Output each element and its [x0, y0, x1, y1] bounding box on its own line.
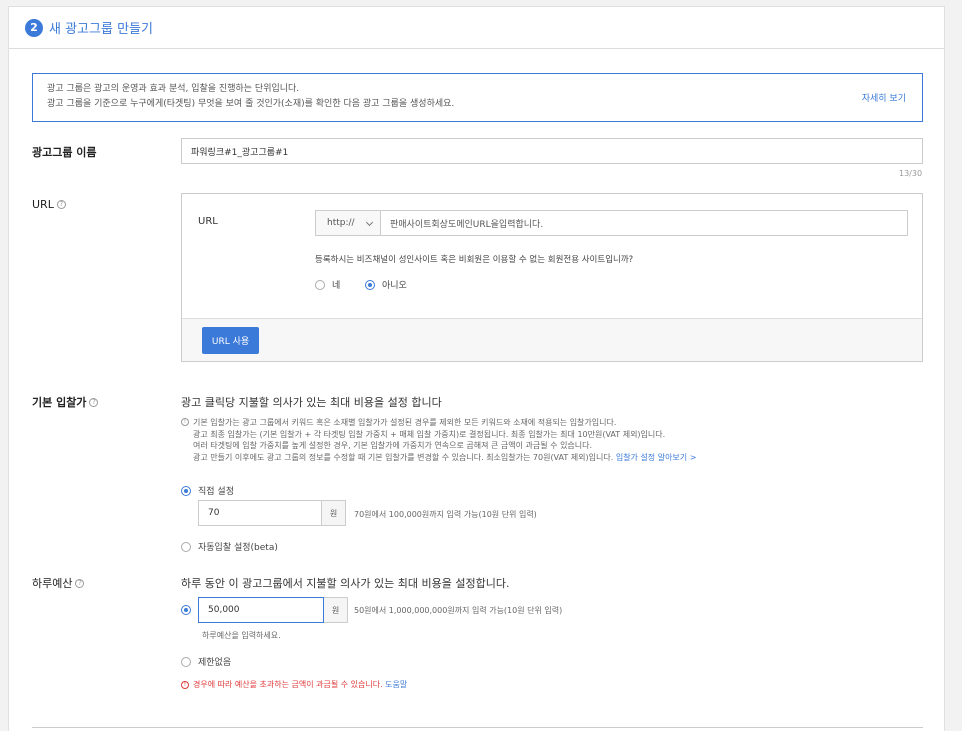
radio-label: 아니오: [382, 281, 407, 291]
url-inner-label: URL: [198, 216, 218, 227]
budget-set-radio[interactable]: [181, 605, 198, 615]
budget-warning: ! 경우에 따라 예산을 초과하는 금액이 과금될 수 있습니다. 도움말: [181, 679, 407, 690]
help-link[interactable]: 도움말: [385, 679, 407, 690]
radio-dot: [315, 279, 325, 290]
bid-manual-radio[interactable]: 직접 설정: [181, 484, 234, 497]
bid-desc-4-text: 광고 만들기 이후에도 광고 그룹의 정보를 수정할 때 기본 입찰가를 변경할…: [193, 452, 614, 462]
panel-header: 2 새 광고그룹 만들기: [9, 7, 944, 49]
chevron-down-icon: [365, 218, 374, 227]
radio-dot: [181, 485, 191, 496]
daily-budget-label-text: 하루예산: [32, 577, 73, 590]
radio-label: 직접 설정: [198, 487, 234, 497]
budget-unlimited-radio[interactable]: 제한없음: [181, 655, 231, 668]
default-bid-heading: 광고 클릭당 지불할 의사가 있는 최대 비용을 설정 합니다: [181, 396, 442, 409]
ad-group-name-label: 광고그룹 이름: [32, 144, 97, 160]
radio-label: 자동입찰 설정(beta): [198, 543, 278, 553]
page-title: 새 광고그룹 만들기: [49, 22, 153, 37]
adult-site-question: 등록하시는 비즈채널이 성인사이트 혹은 비회원은 이용할 수 없는 회원전용 …: [315, 255, 634, 265]
default-bid-label: 기본 입찰가 ?: [32, 394, 99, 410]
section-divider: [32, 727, 923, 728]
help-icon[interactable]: ?: [56, 200, 66, 209]
adult-yes-radio[interactable]: 네: [315, 278, 340, 291]
info-box: 광고 그룹은 광고의 운영과 효과 분석, 입찰을 진행하는 단위입니다. 광고…: [32, 73, 923, 122]
radio-dot: [181, 605, 191, 615]
url-use-button[interactable]: URL 사용: [202, 327, 259, 354]
daily-budget-heading: 하루 동안 이 광고그룹에서 지불할 의사가 있는 최대 비용을 설정합니다.: [181, 577, 510, 590]
bid-amount-input[interactable]: 70: [198, 500, 322, 526]
adult-no-radio[interactable]: 아니오: [365, 278, 407, 291]
radio-label: 제한없음: [198, 658, 232, 668]
protocol-select[interactable]: http://: [315, 210, 381, 236]
url-box: URL http:// 판매사이트회상도메인URL을입력합니다. 등록하시는 비…: [181, 193, 923, 362]
budget-range-hint: 50원에서 1,000,000,000원까지 입력 가능(10원 단위 입력): [354, 606, 563, 615]
default-bid-label-text: 기본 입찰가: [32, 396, 87, 409]
bid-unit: 원: [322, 500, 346, 526]
url-input[interactable]: 판매사이트회상도메인URL을입력합니다.: [380, 210, 908, 236]
help-icon[interactable]: ?: [89, 397, 99, 407]
url-label: URL ?: [32, 198, 66, 211]
url-box-footer: URL 사용: [182, 318, 922, 361]
budget-input-hint: 하루예산을 입력하세요.: [202, 631, 281, 640]
budget-amount-input[interactable]: 50,000: [198, 597, 324, 623]
warning-icon: !: [181, 680, 189, 689]
radio-label: 네: [332, 281, 341, 291]
budget-unit: 원: [324, 597, 348, 623]
protocol-value: http://: [327, 218, 355, 228]
radio-dot: [181, 656, 191, 667]
more-info-link[interactable]: 자세히 보기: [862, 92, 906, 107]
bid-guide-link[interactable]: 입찰가 설정 알아보기 >: [616, 453, 697, 462]
info-icon: !: [181, 418, 189, 426]
default-bid-description: ! 기본 입찰가는 광고 그룹에서 키워드 혹은 소재별 입찰가가 설정된 경우를…: [181, 417, 921, 463]
warning-text: 경우에 따라 예산을 초과하는 금액이 과금될 수 있습니다.: [193, 680, 383, 689]
bid-desc-1: 기본 입찰가는 광고 그룹에서 키워드 혹은 소재별 입찰가가 설정된 경우를 …: [193, 418, 617, 427]
bid-range-hint: 70원에서 100,000원까지 입력 가능(10원 단위 입력): [354, 510, 537, 519]
bid-desc-2: 광고 최종 입찰가는 (기본 입찰가 + 각 타겟팅 입찰 가중치 + 매체 입…: [193, 429, 666, 439]
url-label-text: URL: [32, 198, 54, 211]
daily-budget-label: 하루예산 ?: [32, 575, 85, 591]
ad-group-name-input[interactable]: 파워링크#1_광고그룹#1: [181, 138, 923, 164]
step-badge: 2: [25, 18, 43, 37]
help-icon[interactable]: ?: [75, 578, 85, 588]
bid-auto-radio[interactable]: 자동입찰 설정(beta): [181, 540, 278, 553]
ad-group-name-label-text: 광고그룹 이름: [32, 146, 97, 159]
bid-desc-4: 광고 만들기 이후에도 광고 그룹의 정보를 수정할 때 기본 입찰가를 변경할…: [181, 452, 921, 464]
radio-dot: [365, 279, 375, 290]
name-counter: 13/30: [899, 169, 923, 178]
radio-dot: [181, 541, 191, 552]
bid-desc-3: 여러 타겟팅에 입찰 가중치를 높게 설정한 경우, 기본 입찰가에 가중치가 …: [193, 441, 593, 450]
info-line-1: 광고 그룹은 광고의 운영과 효과 분석, 입찰을 진행하는 단위입니다.: [47, 84, 300, 94]
info-line-2: 광고 그룹을 기준으로 누구에게(타겟팅) 무엇을 보여 줄 것인가(소재)를 …: [47, 99, 455, 109]
